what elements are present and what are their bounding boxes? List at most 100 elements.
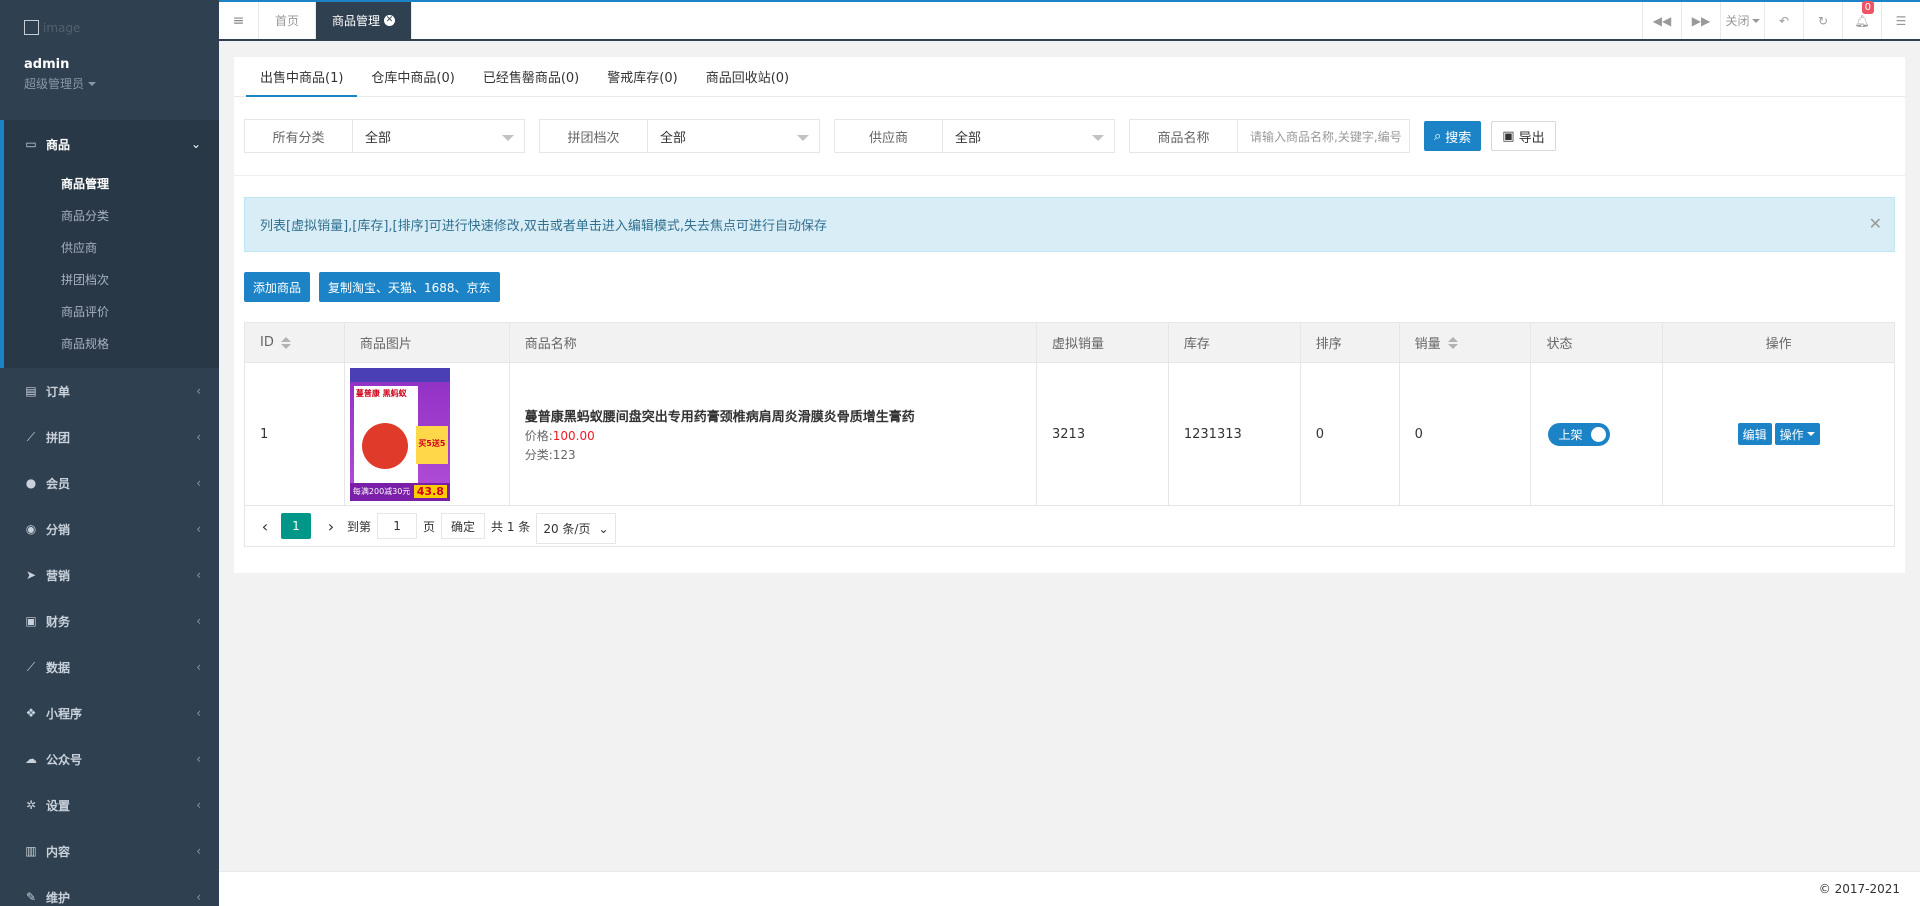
sidebar-item-label: 内容: [46, 844, 71, 859]
dropdown-arrow-icon: [502, 135, 514, 141]
cell-sort[interactable]: 0: [1301, 363, 1400, 505]
supplier-filter: 供应商 全部: [834, 119, 1115, 153]
product-title: 蔓普康黑蚂蚁腰间盘突出专用药膏颈椎病肩周炎滑膜炎骨质增生膏药: [524, 409, 915, 425]
toggle-knob: [1591, 426, 1607, 442]
tab-low-stock[interactable]: 警戒库存(0): [593, 57, 691, 96]
scroll-tabs-left-button[interactable]: ◀◀: [1642, 2, 1681, 39]
cubes-icon: ❖: [25, 706, 37, 720]
sidebar-item-label: 拼团: [46, 430, 71, 445]
chevron-left-icon: ‹: [196, 384, 201, 398]
sidebar-subitem-goods-management[interactable]: 商品管理: [4, 168, 219, 200]
next-page-icon[interactable]: ›: [321, 517, 341, 536]
tab-goods-management[interactable]: 商品管理 ✕: [316, 2, 413, 39]
chevron-left-icon: ‹: [196, 660, 201, 674]
add-goods-button[interactable]: 添加商品: [244, 272, 311, 302]
scroll-tabs-right-button[interactable]: ▶▶: [1681, 2, 1720, 39]
chevron-down-icon: ⌄: [190, 137, 201, 151]
save-icon: ▣: [1502, 128, 1515, 144]
sidebar-subitem-goods-review[interactable]: 商品评价: [4, 296, 219, 328]
edit-button[interactable]: 编辑: [1737, 423, 1772, 445]
refresh-button[interactable]: ↻: [1803, 2, 1842, 39]
product-image[interactable]: 蔓普康 黑蚂蚁 买5送5 每满200减30元 43.8: [349, 367, 450, 501]
sidebar-item-goods-head[interactable]: ▭ 商品 ⌄: [4, 120, 219, 168]
sidebar-item-distribution[interactable]: ◉ 分销 ‹: [0, 506, 219, 552]
goods-name-filter-label: 商品名称: [1130, 120, 1238, 152]
operation-label: 操作: [1779, 427, 1804, 442]
sidebar-item-group-buy[interactable]: ⟋ 拼团 ‹: [0, 414, 219, 460]
tab-in-warehouse[interactable]: 仓库中商品(0): [357, 57, 468, 96]
goods-name-search-input[interactable]: 请输入商品名称,关键字,编号: [1238, 120, 1409, 152]
sidebar-item-content[interactable]: ▥ 内容 ‹: [0, 828, 219, 874]
chevron-left-icon: ‹: [196, 476, 201, 490]
hamburger-icon: ≡: [232, 12, 245, 29]
user-role-dropdown[interactable]: 超级管理员: [24, 75, 195, 92]
tab-label: 商品管理: [332, 14, 381, 28]
close-alert-icon[interactable]: ✕: [1869, 214, 1882, 233]
operation-dropdown-button[interactable]: 操作: [1774, 423, 1820, 445]
prev-page-icon[interactable]: ‹: [255, 517, 275, 536]
sidebar-item-order[interactable]: ▤ 订单 ‹: [0, 368, 219, 414]
book-icon: ▥: [25, 844, 37, 858]
column-header-sales[interactable]: 销量: [1400, 323, 1532, 362]
current-page-button[interactable]: 1: [281, 513, 311, 539]
file-icon: ▤: [25, 384, 37, 398]
category-select[interactable]: 全部: [353, 120, 524, 152]
search-button[interactable]: ⌕ 搜索: [1424, 121, 1482, 151]
product-category: 分类:123: [524, 447, 576, 462]
goto-page-input[interactable]: 1: [377, 513, 418, 539]
column-header-virtual-sales: 虚拟销量: [1037, 323, 1169, 362]
tab-recycle-bin[interactable]: 商品回收站(0): [692, 57, 803, 96]
sidebar-item-finance[interactable]: ▣ 财务 ‹: [0, 598, 219, 644]
filter-bar: 所有分类 全部 拼团档次 全部 供应商 全部 商品名称 请输入商品名称,关键字,…: [234, 97, 1905, 176]
caret-down-icon: [88, 81, 97, 86]
sidebar-item-marketing[interactable]: ➤ 营销 ‹: [0, 552, 219, 598]
close-tab-icon[interactable]: ✕: [384, 15, 396, 26]
tab-on-sale[interactable]: 出售中商品(1): [246, 57, 358, 97]
notification-badge: 0: [1861, 1, 1874, 14]
sidebar-subitem-goods-spec[interactable]: 商品规格: [4, 328, 219, 360]
sort-icon[interactable]: [1447, 336, 1458, 349]
tab-sold-out[interactable]: 已经售罄商品(0): [469, 57, 593, 96]
sidebar-subitem-goods-category[interactable]: 商品分类: [4, 200, 219, 232]
export-button-label: 导出: [1518, 130, 1545, 146]
close-tabs-dropdown[interactable]: 关闭: [1720, 2, 1764, 39]
right-panel-button[interactable]: ☰: [1881, 2, 1920, 39]
sidebar-item-mini-program[interactable]: ❖ 小程序 ‹: [0, 690, 219, 736]
chevron-left-icon: ‹: [196, 752, 201, 766]
status-toggle[interactable]: 上架: [1548, 422, 1611, 446]
tab-home[interactable]: 首页: [259, 2, 317, 39]
sidebar-menu: ▭ 商品 ⌄ 商品管理 商品分类 供应商 拼团档次 商品评价 商品规格 ▤ 订单 ‹…: [0, 120, 219, 906]
sidebar-subitem-group-tier[interactable]: 拼团档次: [4, 264, 219, 296]
sidebar-item-goods[interactable]: ▭ 商品 ⌄ 商品管理 商品分类 供应商 拼团档次 商品评价 商品规格: [0, 120, 219, 368]
group-tier-select[interactable]: 全部: [648, 120, 819, 152]
confirm-page-button[interactable]: 确定: [441, 513, 486, 539]
product-image-sticker: 买5送5: [415, 425, 448, 464]
wechat-icon: ☁: [25, 752, 37, 766]
sidebar-item-official-account[interactable]: ☁ 公众号 ‹: [0, 736, 219, 782]
sort-icon[interactable]: [280, 336, 291, 349]
column-header-id[interactable]: ID: [245, 323, 345, 362]
copy-from-store-button[interactable]: 复制淘宝、天猫、1688、京东: [319, 272, 500, 302]
sidebar-item-data[interactable]: ⟋ 数据 ‹: [0, 644, 219, 690]
sidebar-subitem-supplier[interactable]: 供应商: [4, 232, 219, 264]
supplier-select[interactable]: 全部: [943, 120, 1114, 152]
cell-virtual-sales[interactable]: 3213: [1037, 363, 1169, 505]
back-button[interactable]: ↶: [1764, 2, 1803, 39]
info-alert: 列表[虚拟销量],[库存],[排序]可进行快速修改,双击或者单击进入编辑模式,失…: [244, 197, 1895, 252]
cell-id: 1: [245, 363, 345, 505]
chevron-left-icon: ‹: [196, 706, 201, 720]
sidebar-item-settings[interactable]: ✲ 设置 ‹: [0, 782, 219, 828]
sidebar-item-member[interactable]: ● 会员 ‹: [0, 460, 219, 506]
sidebar-item-label: 数据: [46, 660, 71, 675]
goods-table: ID 商品图片 商品名称 虚拟销量 库存 排序 销量 状态 操作 1 蔓普康 黑…: [244, 322, 1895, 547]
page-size-select[interactable]: 20 条/页 ⌄: [536, 513, 616, 544]
notification-button[interactable]: 🔔︎ 0: [1842, 1, 1881, 39]
cell-stock[interactable]: 1231313: [1169, 363, 1301, 505]
sidebar-item-label: 会员: [46, 476, 71, 491]
menu-toggle-button[interactable]: ≡: [219, 2, 259, 39]
sidebar-item-maintenance[interactable]: ✎ 维护 ‹: [0, 874, 219, 906]
close-tabs-label: 关闭: [1725, 14, 1750, 28]
goods-panel: 出售中商品(1) 仓库中商品(0) 已经售罄商品(0) 警戒库存(0) 商品回收…: [234, 57, 1905, 573]
export-button[interactable]: ▣ 导出: [1491, 121, 1556, 151]
forward-icon: ▶▶: [1691, 13, 1711, 28]
